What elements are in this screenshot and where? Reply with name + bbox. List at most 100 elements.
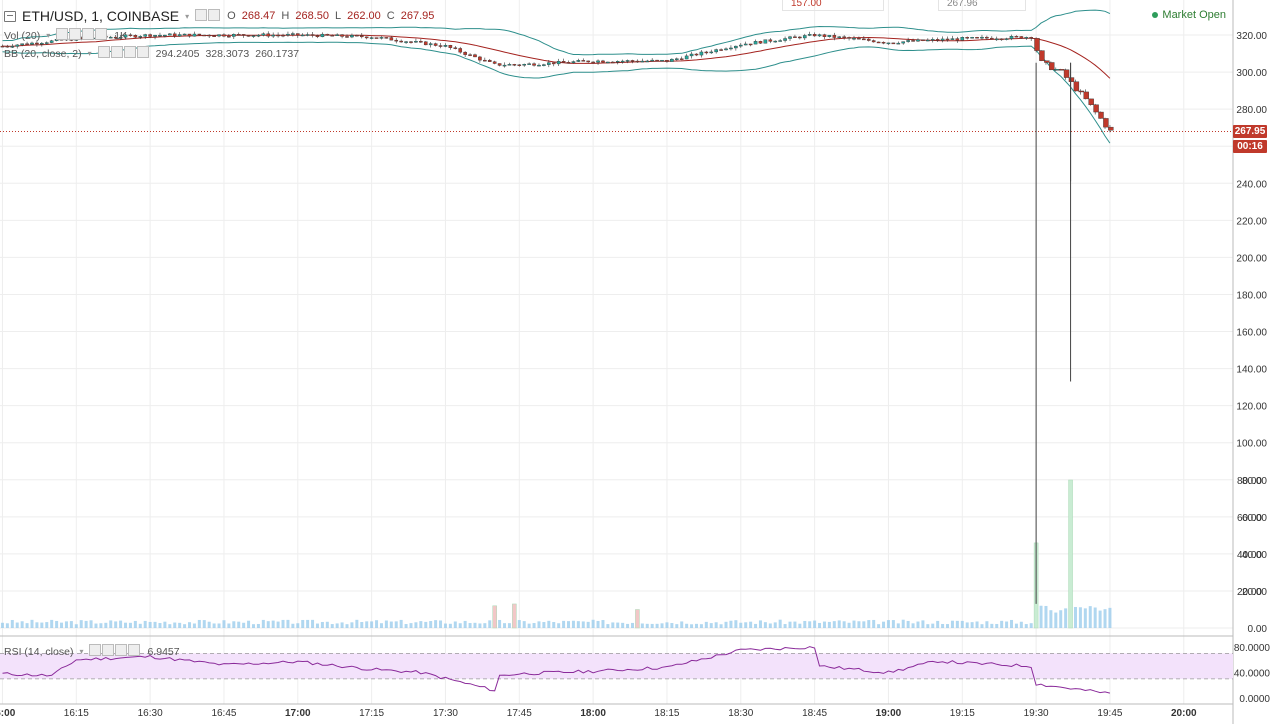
vol-buttons[interactable] [56,28,108,43]
candle-body [468,54,472,56]
volume-bar [685,623,689,628]
chevron-down-icon[interactable]: ▾ [88,49,92,58]
candle-body [1098,111,1104,119]
volume-bar [1014,623,1018,628]
volume-bar [557,623,561,628]
volume-bar [124,622,128,628]
symbol-title[interactable]: ETH/USD, 1, COINBASE [22,8,179,24]
volume-bar [680,621,684,628]
volume-bar [916,621,920,628]
candle-body [1093,104,1099,113]
candle-body [827,34,832,37]
candle-body [985,36,989,39]
volume-bar [645,623,649,628]
candle-body [232,34,236,37]
rsi-label: RSI (14, close) [4,645,74,658]
volume-bar [562,620,566,628]
candle-body [842,36,846,38]
rsi-pane [0,646,1233,694]
volume-bar [931,623,935,628]
candle-body [399,40,403,43]
rsi-buttons[interactable] [89,644,141,659]
volume-spike-bar [492,605,497,629]
volume-bar [749,621,753,628]
rsi-axis-label: 0.0000 [1239,694,1270,705]
volume-bar [1083,608,1087,628]
candle-body [689,53,694,57]
candle-body [990,37,994,40]
time-axis-label: 19:00 [876,708,902,719]
candle-body [256,34,261,37]
candle-body [325,33,330,36]
candle-body [40,43,44,45]
volume-bar [458,623,462,628]
candle-body [886,42,891,45]
volume-bar [640,623,644,628]
bb-basis-value: 294.2405 [155,47,200,60]
candle-body [719,49,723,51]
candle-body [473,54,477,58]
candle-body [714,49,718,53]
candle-body [1034,38,1040,51]
volume-bar [699,624,703,628]
candle-body [281,34,285,37]
volume-bar [650,623,654,628]
candle-body [729,47,733,50]
volume-bar [626,623,630,628]
volume-bar [1098,610,1102,628]
volume-bar [30,619,34,628]
volume-bar [567,621,571,628]
candle-body [1088,98,1094,105]
price-axis-label: 120.00 [1236,402,1267,413]
candle-body [679,58,684,60]
candle-body [945,38,950,41]
menu-icon[interactable] [4,10,16,22]
volume-bar [69,621,73,628]
chevron-down-icon[interactable]: ▾ [185,12,189,21]
candle-body [866,38,871,41]
volume-bar [606,624,610,628]
volume-bar [197,619,201,628]
header-buttons[interactable] [195,8,221,24]
bb-indicator-label[interactable]: BB (20, close, 2) ▾ 294.2405 328.3073 26… [4,46,299,61]
chart-canvas[interactable]: 0.00 20.00 40.00 60.00 80.00 100.00 120.00 140.… [0,0,1280,724]
rsi-indicator-label[interactable]: RSI (14, close) ▾ 6.9457 [4,644,180,659]
candle-body [227,35,231,38]
volume-bar [547,620,551,628]
vol-indicator-label[interactable]: Vol (20) ▾ 1K [4,28,127,43]
volume-bar [1019,621,1023,628]
candle-body [901,41,906,44]
candle-body [763,39,768,44]
candle-body [586,60,590,63]
volume-bar [360,622,364,628]
candle-body [738,44,743,47]
volume-bar [847,622,851,628]
volume-bar [1044,605,1048,628]
time-axis-label: 16:00 [0,708,16,719]
candle-body [492,61,497,64]
volume-bar [15,622,19,628]
candle-body [217,34,221,37]
chevron-down-icon[interactable]: ▾ [79,647,83,656]
volume-bar [729,620,733,628]
rsi-axis-label: 40.0000 [1234,669,1271,680]
volume-bar [1029,623,1033,628]
price-axis-label: 100.00 [1236,439,1267,450]
volume-bar [758,620,762,628]
open-label: O [227,10,236,22]
volume-bar [10,619,14,628]
volume-bar [330,624,334,628]
volume-axis-label: 80.00 [1237,476,1262,487]
volume-bar [842,621,846,628]
chevron-down-icon[interactable]: ▾ [46,31,50,40]
bb-buttons[interactable] [97,46,150,61]
volume-bar [222,620,226,628]
candle-body [1044,60,1050,63]
volume-bar [611,622,615,628]
volume-bar [1073,606,1077,628]
volume-bar [232,621,236,628]
volume-bar [911,623,915,628]
volume-bar [256,623,260,628]
volume-bar [370,621,374,628]
candle-body [896,42,901,45]
